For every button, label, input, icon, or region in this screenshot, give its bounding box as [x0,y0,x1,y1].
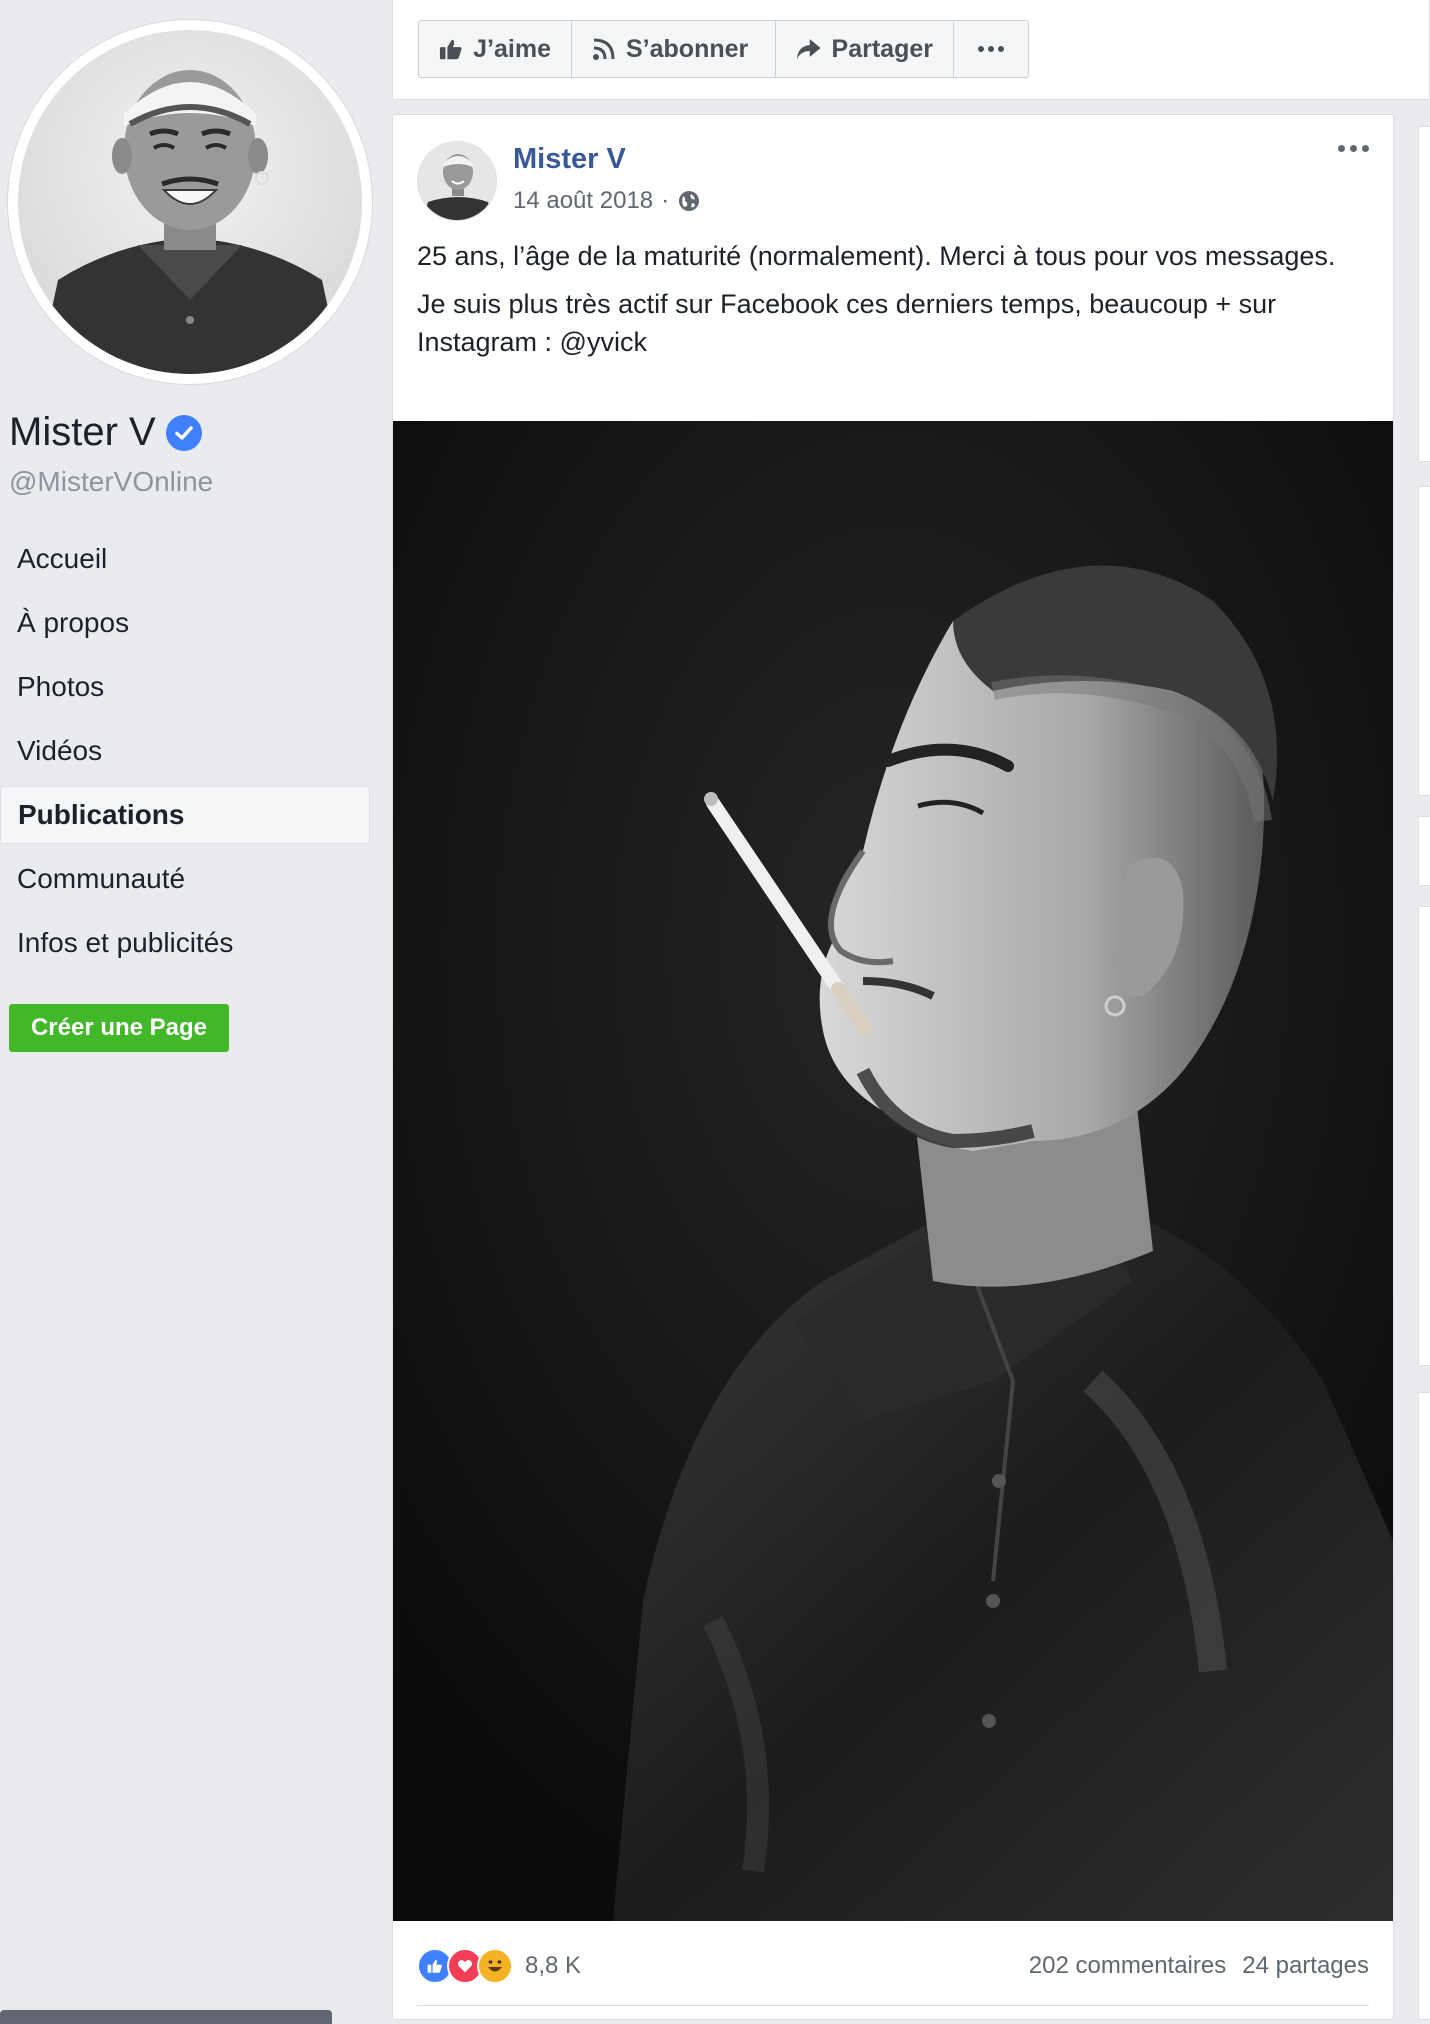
post-author-photo [418,142,496,220]
nav-item-photos[interactable]: Photos [0,658,370,716]
chat-bar-stub[interactable] [0,2010,332,2024]
nav-item-publications[interactable]: Publications [0,786,370,844]
post-meta: 14 août 2018 · [513,187,701,215]
post-card: Mister V 14 août 2018 · 25 ans, l’âge de… [392,114,1394,2020]
shares-count[interactable]: 24 partages [1242,1952,1369,1980]
right-column-card [1418,1392,1430,2020]
globe-icon[interactable] [677,189,701,213]
left-column: Mister V @MisterVOnline Accueil À propos… [0,0,390,2024]
right-column-card [1418,486,1430,796]
share-arrow-icon [796,39,821,59]
page-name-text[interactable]: Mister V [9,410,156,455]
more-dots-icon [978,46,1004,52]
share-page-label: Partager [831,34,933,63]
post-photo[interactable] [393,421,1393,1921]
like-page-button[interactable]: J’aime [419,21,572,77]
profile-picture[interactable] [8,20,372,384]
right-column-card [1418,126,1430,462]
page-actions: J’aime S’abonner Partager [418,20,1029,78]
haha-reaction-icon [477,1948,513,1984]
nav-item-videos[interactable]: Vidéos [0,722,370,780]
post-body: 25 ans, l’âge de la maturité (normalemen… [417,237,1357,371]
more-actions-button[interactable] [954,21,1028,77]
right-column-card [1418,906,1430,1366]
reaction-count[interactable]: 8,8 K [525,1952,581,1980]
page-nav: Accueil À propos Photos Vidéos Publicati… [0,530,370,978]
stats-divider [417,2005,1369,2006]
right-column-card [1418,816,1430,886]
post-date[interactable]: 14 août 2018 [513,187,653,215]
nav-item-communaute[interactable]: Communauté [0,850,370,908]
thumbs-up-icon [439,39,462,60]
post-paragraph: 25 ans, l’âge de la maturité (normalemen… [417,241,1336,271]
follow-page-button[interactable]: S’abonner [572,21,776,77]
profile-photo [18,30,362,374]
post-stats: 8,8 K 202 commentaires 24 partages [417,1943,1369,1989]
comments-count[interactable]: 202 commentaires [1029,1952,1226,1980]
share-page-button[interactable]: Partager [776,21,954,77]
post-paragraph: Je suis plus très actif sur Facebook ces… [417,289,1277,357]
rss-icon [593,38,615,60]
meta-separator: · [661,187,670,214]
post-photo-image [393,421,1393,1921]
nav-item-a-propos[interactable]: À propos [0,594,370,652]
nav-item-accueil[interactable]: Accueil [0,530,370,588]
create-page-button[interactable]: Créer une Page [9,1004,229,1052]
follow-page-label: S’abonner [626,34,749,63]
like-page-label: J’aime [473,34,551,63]
page-handle[interactable]: @MisterVOnline [9,466,213,498]
reactions-summary[interactable]: 8,8 K [417,1948,581,1984]
post-author-name[interactable]: Mister V [513,143,626,176]
page-title[interactable]: Mister V [9,410,202,455]
post-options-button[interactable] [1338,145,1369,152]
verified-badge-icon [165,414,202,451]
post-author-avatar[interactable] [417,141,497,221]
more-dots-icon [1338,145,1345,152]
nav-item-infos-publicites[interactable]: Infos et publicités [0,914,370,972]
stats-right: 202 commentaires 24 partages [1029,1952,1369,1980]
